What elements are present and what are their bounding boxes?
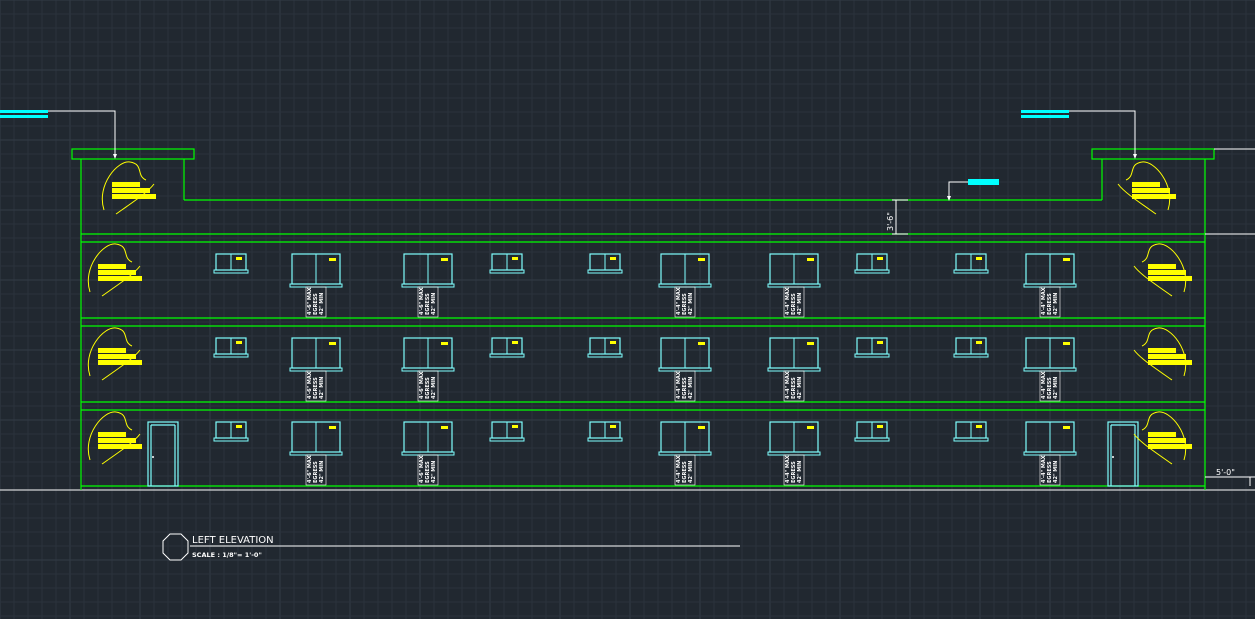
level-tag-roof	[968, 179, 999, 185]
egress-window	[401, 337, 455, 372]
egress-note: 4'-4" MAX EGRESS 42" MIN	[783, 370, 805, 402]
egress-notes: 4'-6" MAX EGRESS 42" MIN 4'-6" MAX EGRESS 42"…	[305, 286, 1061, 486]
small-window	[587, 253, 623, 274]
egress-note-line: 42" MIN	[319, 461, 325, 483]
egress-note-line: 42" MIN	[797, 461, 803, 483]
egress-note: 4'-4" MAX EGRESS 42" MIN	[783, 286, 805, 318]
egress-note-line: 42" MIN	[319, 293, 325, 315]
egress-window	[401, 253, 455, 288]
level-tag-left	[0, 110, 48, 113]
tree-elevation-icon	[101, 161, 156, 215]
egress-note: 4'-6" MAX EGRESS 42" MIN	[305, 454, 327, 486]
egress-note: 4'-6" MAX EGRESS 42" MIN	[417, 370, 439, 402]
egress-note-line: 42" MIN	[1053, 377, 1059, 399]
egress-note: 4'-4" MAX EGRESS 42" MIN	[674, 286, 696, 318]
egress-note: 4'-6" MAX EGRESS 42" MIN	[305, 370, 327, 402]
small-window	[213, 337, 249, 358]
small-window	[953, 253, 989, 274]
background-grid	[0, 0, 1255, 619]
egress-note: 4'-4" MAX EGRESS 42" MIN	[783, 454, 805, 486]
small-window	[213, 421, 249, 442]
tree-symbols	[87, 161, 1192, 465]
windows	[213, 253, 1077, 456]
tree-elevation-icon	[1117, 161, 1176, 215]
octagon-icon	[162, 533, 189, 561]
small-window	[587, 337, 623, 358]
egress-window	[289, 421, 343, 456]
small-window	[953, 421, 989, 442]
egress-note: 4'-4" MAX EGRESS 42" MIN	[674, 454, 696, 486]
egress-window	[658, 253, 712, 288]
small-window	[489, 421, 525, 442]
title-block: LEFT ELEVATION SCALE : 1/8"= 1'-0"	[162, 533, 740, 561]
egress-note-line: 42" MIN	[688, 377, 694, 399]
egress-note-line: 42" MIN	[1053, 293, 1059, 315]
level-tag-right	[1021, 110, 1069, 113]
egress-window	[658, 337, 712, 372]
egress-window	[1023, 337, 1077, 372]
egress-note: 4'-6" MAX EGRESS 42" MIN	[305, 286, 327, 318]
right-dimension-label: 5'-0"	[1216, 468, 1235, 477]
small-window	[489, 253, 525, 274]
egress-note-line: 42" MIN	[688, 293, 694, 315]
egress-note-line: 42" MIN	[797, 377, 803, 399]
small-window	[854, 421, 890, 442]
small-window	[213, 253, 249, 274]
egress-window	[1023, 421, 1077, 456]
drawing-title: LEFT ELEVATION	[192, 535, 274, 546]
cad-drawing-canvas[interactable]: 3'-6" 5'-0" 4'-6" MAX EGRESS 42" MIN 4'-6" …	[0, 0, 1255, 619]
right-edge-lines	[1205, 148, 1255, 478]
parapet-dimension: 3'-6"	[886, 199, 908, 235]
egress-window	[658, 421, 712, 456]
egress-note: 4'-4" MAX EGRESS 42" MIN	[674, 370, 696, 402]
building-elevation	[71, 148, 1215, 490]
egress-window	[289, 253, 343, 288]
small-window	[587, 421, 623, 442]
egress-note-line: 42" MIN	[319, 377, 325, 399]
small-window	[489, 337, 525, 358]
egress-note-line: 42" MIN	[797, 293, 803, 315]
egress-window	[1023, 253, 1077, 288]
egress-window	[401, 421, 455, 456]
egress-note-line: 42" MIN	[431, 461, 437, 483]
small-window	[854, 337, 890, 358]
egress-note-line: 42" MIN	[688, 461, 694, 483]
parapet-dimension-label: 3'-6"	[886, 212, 895, 231]
egress-note-line: 42" MIN	[431, 293, 437, 315]
small-window	[953, 337, 989, 358]
egress-note: 4'-6" MAX EGRESS 42" MIN	[417, 286, 439, 318]
egress-note: 4'-6" MAX EGRESS 42" MIN	[417, 454, 439, 486]
small-window	[854, 253, 890, 274]
egress-note-line: 42" MIN	[1053, 461, 1059, 483]
egress-window	[289, 337, 343, 372]
drawing-scale: SCALE : 1/8"= 1'-0"	[192, 551, 262, 559]
egress-note-line: 42" MIN	[431, 377, 437, 399]
